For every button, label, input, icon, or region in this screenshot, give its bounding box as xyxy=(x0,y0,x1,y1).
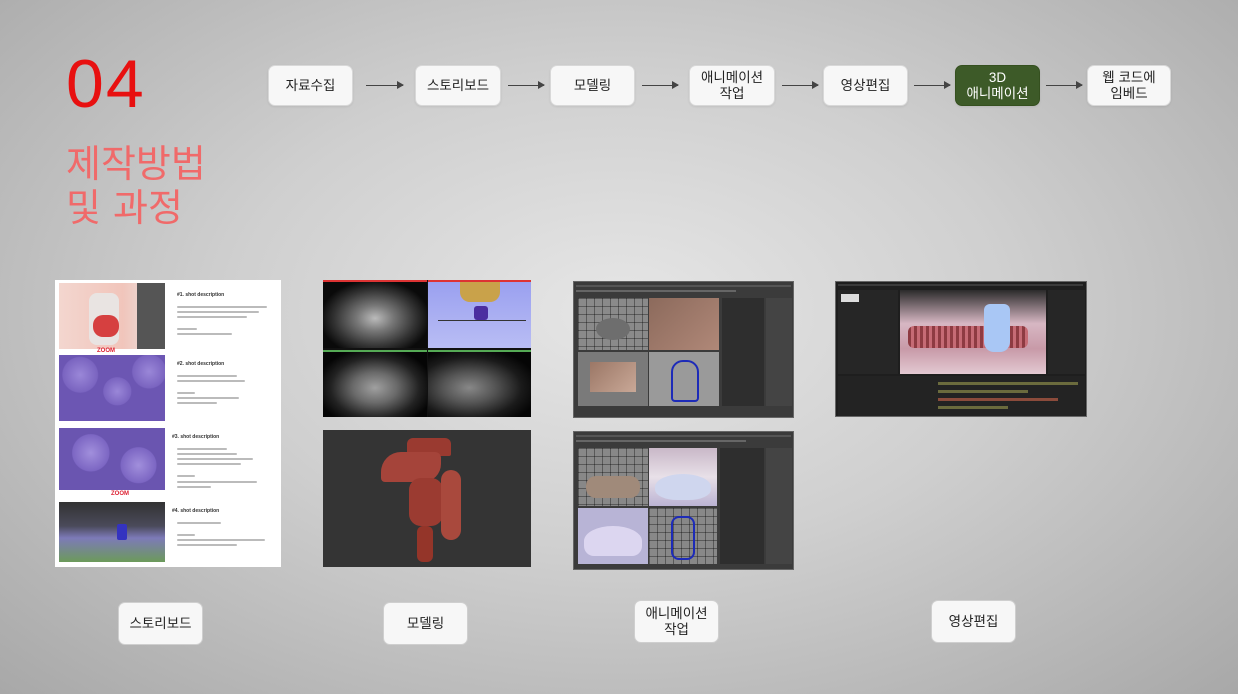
attribute-panel xyxy=(766,448,792,564)
section-title: 제작방법 및 과정 xyxy=(66,142,206,230)
viewport-top-left xyxy=(578,448,648,506)
shot-heading: #2. shot description xyxy=(177,361,225,367)
step-video-editing: 영상편집 xyxy=(823,65,908,106)
animation-software-screenshot-2 xyxy=(573,431,794,570)
cells-illustration xyxy=(59,355,165,421)
project-panel xyxy=(838,290,898,374)
shot-heading: #1. shot description xyxy=(177,292,225,298)
arrow-icon xyxy=(1046,81,1083,89)
arrow-icon xyxy=(782,81,819,89)
arrow-icon xyxy=(642,81,679,89)
section-title-line-1: 제작방법 xyxy=(66,142,206,186)
video-editing-screenshot xyxy=(835,281,1087,417)
viewport-bottom-left xyxy=(578,508,648,564)
step-data-collection: 자료수집 xyxy=(268,65,353,106)
effects-panel xyxy=(1048,290,1085,374)
step-3d-animation: 3D 애니메이션 xyxy=(955,65,1040,106)
shot-heading: #3. shot description xyxy=(172,434,220,440)
timeline-panel xyxy=(838,376,1085,416)
viewport-bottom-right xyxy=(649,352,719,406)
cells-zoom-illustration xyxy=(59,428,165,490)
outliner-panel xyxy=(722,298,764,406)
zoom-label: ZOOM xyxy=(111,491,129,497)
viewport-bottom-right xyxy=(649,508,717,564)
sagittal-view xyxy=(428,350,531,417)
zoom-label: ZOOM xyxy=(97,348,115,354)
axial-view xyxy=(323,350,427,417)
viewport-top-right xyxy=(649,448,717,506)
step-animation-work: 애니메이션 작업 xyxy=(689,65,775,106)
section-title-line-2: 및 과정 xyxy=(66,186,183,230)
membrane-illustration xyxy=(59,502,165,562)
attribute-panel xyxy=(766,298,792,406)
3d-model-render xyxy=(323,430,531,567)
animation-software-screenshot-1 xyxy=(573,281,794,418)
arrow-icon xyxy=(366,81,404,89)
ct-scan-screenshot xyxy=(323,280,531,417)
composition-viewer xyxy=(900,290,1046,374)
step-modeling: 모델링 xyxy=(550,65,635,106)
storyboard-label: 스토리보드 xyxy=(118,602,203,645)
coronal-view xyxy=(323,280,427,348)
modeling-label: 모델링 xyxy=(383,602,468,645)
3d-view xyxy=(428,280,531,348)
arrow-icon xyxy=(508,81,545,89)
animation-work-label: 애니메이션 작업 xyxy=(634,600,719,643)
thyroid-illustration xyxy=(59,283,165,349)
arrow-icon xyxy=(914,81,951,89)
viewport-top-left xyxy=(578,298,648,350)
step-storyboard: 스토리보드 xyxy=(415,65,501,106)
outliner-panel xyxy=(720,448,764,564)
shot-heading: #4. shot description xyxy=(172,508,220,514)
video-editing-label: 영상편집 xyxy=(931,600,1016,643)
viewport-bottom-left xyxy=(578,352,648,406)
viewport-top-right xyxy=(649,298,719,350)
section-number: 04 xyxy=(66,46,146,122)
storyboard-image: ZOOM ZOOM #1. shot description #2. shot … xyxy=(55,280,281,567)
step-web-embed: 웹 코드에 임베드 xyxy=(1087,65,1171,106)
